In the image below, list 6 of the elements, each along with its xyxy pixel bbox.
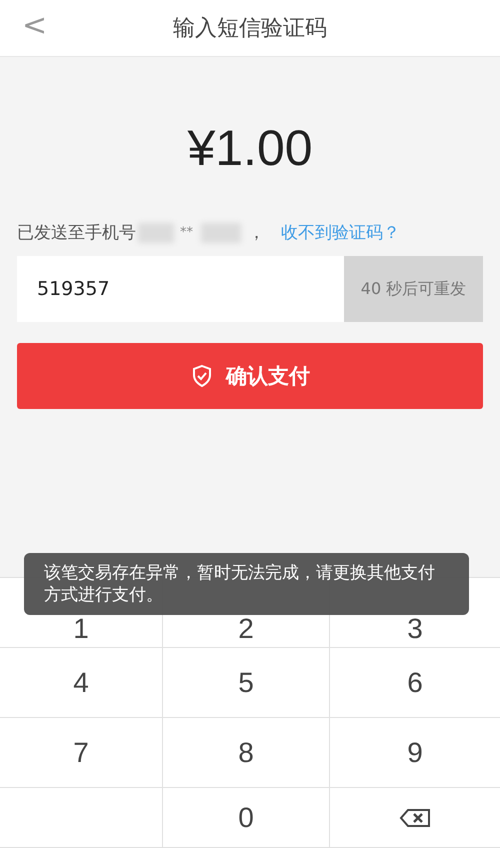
comma: ，: [248, 222, 265, 244]
page-title: 输入短信验证码: [173, 15, 327, 43]
sent-to-label: 已发送至手机号: [17, 222, 136, 244]
error-toast: 该笔交易存在异常，暂时无法完成，请更换其他支付方式进行支付。: [24, 553, 469, 615]
payment-amount: ¥1.00: [187, 119, 313, 177]
masked-phone-number: **: [138, 222, 248, 244]
